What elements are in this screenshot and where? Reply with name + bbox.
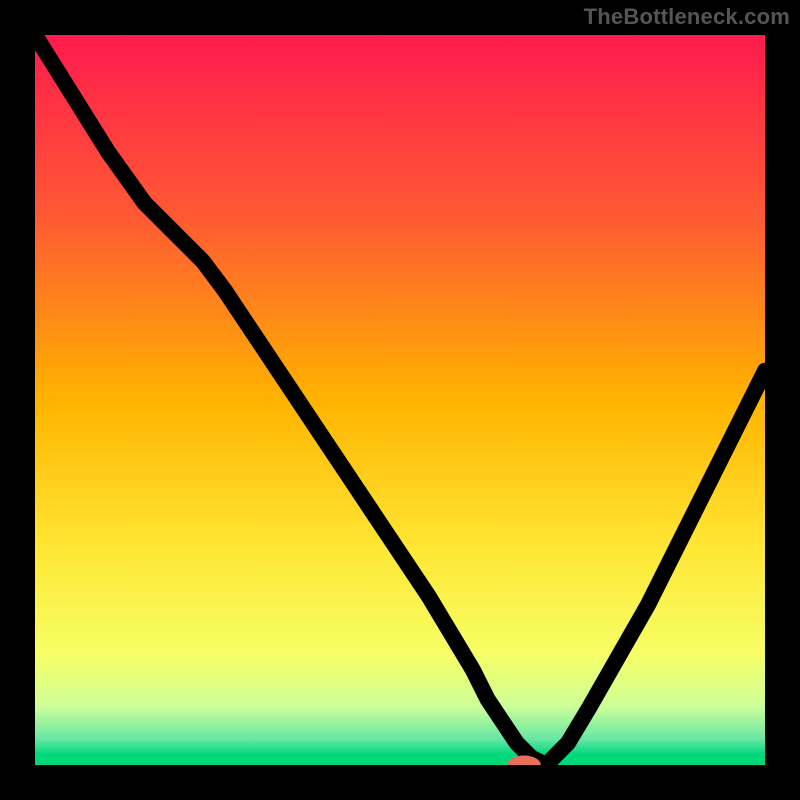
chart-svg: [35, 35, 765, 765]
chart-frame: TheBottleneck.com: [0, 0, 800, 800]
gradient-background: [35, 35, 765, 765]
plot-area: [35, 35, 765, 765]
watermark-text: TheBottleneck.com: [584, 4, 790, 30]
